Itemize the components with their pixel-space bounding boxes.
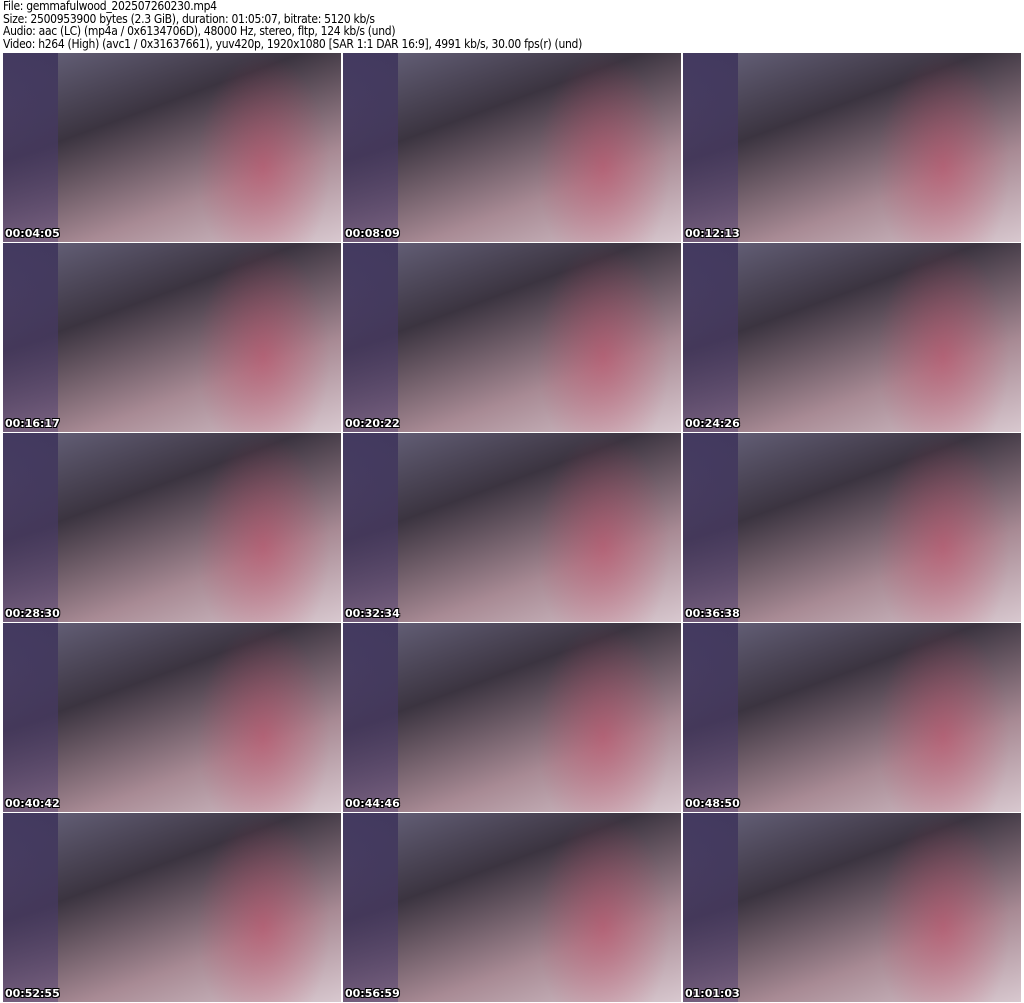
video-thumbnail[interactable]: 00:24:26 xyxy=(683,243,1021,432)
video-thumbnail[interactable]: 01:01:03 xyxy=(683,813,1021,1002)
timestamp-label: 00:08:09 xyxy=(345,227,400,240)
timestamp-label: 00:44:46 xyxy=(345,797,400,810)
timestamp-label: 00:32:34 xyxy=(345,607,400,620)
video-thumbnail[interactable]: 00:36:38 xyxy=(683,433,1021,622)
timestamp-label: 00:52:55 xyxy=(5,987,60,1000)
video-thumbnail[interactable]: 00:56:59 xyxy=(343,813,681,1002)
video-info: Video: h264 (High) (avc1 / 0x31637661), … xyxy=(3,36,582,51)
timestamp-label: 00:04:05 xyxy=(5,227,60,240)
timestamp-label: 01:01:03 xyxy=(685,987,740,1000)
timestamp-label: 00:40:42 xyxy=(5,797,60,810)
video-thumbnail[interactable]: 00:28:30 xyxy=(3,433,341,622)
thumbnail-grid: 00:04:05 00:08:09 00:12:13 00:16:17 00:20:22… xyxy=(3,53,1021,1002)
video-thumbnail[interactable]: 00:44:46 xyxy=(343,623,681,812)
file-info-header: File: gemmafulwood_202507260230.mp4 Size… xyxy=(3,0,582,50)
video-thumbnail[interactable]: 00:08:09 xyxy=(343,53,681,242)
video-thumbnail[interactable]: 00:48:50 xyxy=(683,623,1021,812)
video-thumbnail[interactable]: 00:16:17 xyxy=(3,243,341,432)
video-thumbnail[interactable]: 00:32:34 xyxy=(343,433,681,622)
file-name: File: gemmafulwood_202507260230.mp4 xyxy=(3,0,217,13)
timestamp-label: 00:12:13 xyxy=(685,227,740,240)
video-thumbnail[interactable]: 00:40:42 xyxy=(3,623,341,812)
timestamp-label: 00:24:26 xyxy=(685,417,740,430)
video-thumbnail[interactable]: 00:04:05 xyxy=(3,53,341,242)
timestamp-label: 00:36:38 xyxy=(685,607,740,620)
audio-info: Audio: aac (LC) (mp4a / 0x6134706D), 480… xyxy=(3,24,396,39)
video-thumbnail[interactable]: 00:20:22 xyxy=(343,243,681,432)
video-thumbnail[interactable]: 00:12:13 xyxy=(683,53,1021,242)
timestamp-label: 00:16:17 xyxy=(5,417,60,430)
video-thumbnail[interactable]: 00:52:55 xyxy=(3,813,341,1002)
timestamp-label: 00:48:50 xyxy=(685,797,740,810)
timestamp-label: 00:20:22 xyxy=(345,417,400,430)
timestamp-label: 00:28:30 xyxy=(5,607,60,620)
timestamp-label: 00:56:59 xyxy=(345,987,400,1000)
